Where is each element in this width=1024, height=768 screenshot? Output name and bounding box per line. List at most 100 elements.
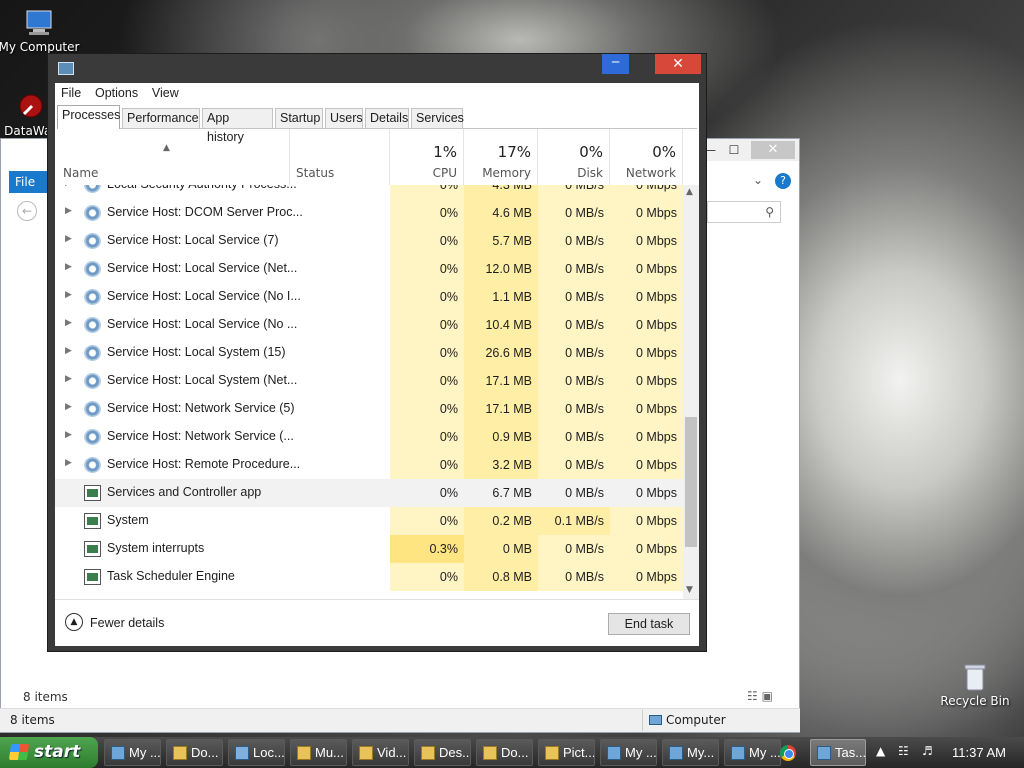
help-icon[interactable]: ? [775, 173, 791, 189]
table-row[interactable]: ▶ Service Host: Local Service (No I... 0% 1… [55, 283, 683, 311]
table-row[interactable]: ▶ Service Host: Local Service (No ... 0% 10… [55, 311, 683, 339]
task-manager-titlebar[interactable]: ─ ✕ [48, 54, 706, 83]
taskbar-button[interactable]: Pict... [538, 739, 595, 766]
taskbar-button[interactable]: Vid... [352, 739, 409, 766]
taskbar-button-task-manager[interactable]: Tas... [810, 739, 866, 766]
table-row[interactable]: ▶ Service Host: Local System (Net... 0% 17.… [55, 367, 683, 395]
taskbar-button-label: Pict... [563, 745, 595, 760]
disk-cell: 0.1 MB/s [538, 507, 610, 535]
back-icon[interactable]: ← [17, 201, 37, 221]
disk-cell: 0 MB/s [538, 339, 610, 367]
show-hidden-icons-icon[interactable]: ▲ [876, 744, 885, 758]
scroll-up-icon[interactable]: ▲ [686, 187, 693, 197]
cpu-cell: 0% [390, 185, 464, 199]
menu-view[interactable]: View [152, 86, 179, 100]
table-row[interactable]: ▶ Service Host: Local Service (7) 0% 5.7 MB… [55, 227, 683, 255]
network-icon[interactable]: ☷ [898, 744, 909, 758]
expand-chevron-icon[interactable]: ▶ [65, 318, 75, 328]
network-cell: 0 Mbps [610, 185, 683, 199]
network-cell: 0 Mbps [610, 283, 683, 311]
tab-performance[interactable]: Performance [122, 108, 200, 129]
column-status[interactable]: Status [290, 129, 390, 185]
expand-chevron-icon[interactable]: ▶ [65, 290, 75, 300]
taskbar-button[interactable]: My ... [104, 739, 161, 766]
expand-chevron-icon[interactable]: ▶ [65, 402, 75, 412]
close-button[interactable]: ✕ [655, 54, 701, 74]
gear-icon [84, 429, 101, 445]
end-task-button[interactable]: End task [608, 613, 690, 635]
taskbar-button[interactable]: My ... [600, 739, 657, 766]
clock[interactable]: 11:37 AM [952, 745, 1006, 760]
tab-services[interactable]: Services [411, 108, 464, 129]
chevron-up-icon[interactable]: ▲ [65, 613, 83, 631]
tab-processes[interactable]: Processes [57, 105, 120, 129]
maximize-icon[interactable]: ☐ [725, 141, 743, 159]
menu-options[interactable]: Options [95, 86, 138, 100]
taskbar-button[interactable]: Loc... [228, 739, 285, 766]
chevron-down-icon[interactable]: ⌄ [753, 173, 763, 187]
volume-icon[interactable]: ♬ [922, 744, 933, 758]
expand-chevron-icon[interactable]: ▶ [65, 430, 75, 440]
memory-total: 17% [497, 143, 531, 161]
scroll-down-icon[interactable]: ▼ [686, 585, 693, 595]
view-mode-icon[interactable]: ☷ ▣ [747, 689, 773, 703]
network-cell: 0 Mbps [610, 535, 683, 563]
table-row[interactable]: System 0% 0.2 MB 0.1 MB/s 0 Mbps [55, 507, 683, 535]
table-row[interactable]: ▶ Service Host: Network Service (5) 0% 17.1… [55, 395, 683, 423]
menu-file[interactable]: File [61, 86, 81, 100]
expand-chevron-icon[interactable]: ▶ [65, 346, 75, 356]
expand-chevron-icon[interactable]: ▶ [65, 185, 75, 188]
column-cpu[interactable]: 1% CPU [390, 129, 464, 185]
expand-chevron-icon[interactable]: ▶ [65, 206, 75, 216]
memory-cell: 10.4 MB [464, 311, 538, 339]
file-tab[interactable]: File [9, 171, 51, 193]
column-name[interactable]: ▲ Name [55, 129, 290, 185]
network-total: 0% [652, 143, 676, 161]
taskbar-button[interactable]: Des... [414, 739, 471, 766]
column-disk[interactable]: 0% Disk [538, 129, 610, 185]
minimize-button[interactable]: ─ [602, 54, 629, 74]
table-row[interactable]: ▶ Service Host: Network Service (... 0% 0.9… [55, 423, 683, 451]
tab-details[interactable]: Details [365, 108, 409, 129]
vertical-scrollbar[interactable]: ▲ ▼ [683, 185, 699, 599]
table-row[interactable]: ▶ Service Host: Local System (15) 0% 26.6 M… [55, 339, 683, 367]
tab-app-history[interactable]: App history [202, 108, 273, 144]
table-row[interactable]: ▶ Service Host: Remote Procedure... 0% 3.2 … [55, 451, 683, 479]
taskbar-button[interactable]: My... [662, 739, 719, 766]
table-row[interactable]: ▶ Local Security Authority Process... 0%4.… [55, 185, 683, 199]
taskbar-button[interactable]: Mu... [290, 739, 347, 766]
table-row[interactable]: ▶ Service Host: Local Service (Net... 0% 12… [55, 255, 683, 283]
disk-cell: 0 MB/s [538, 535, 610, 563]
table-row[interactable]: Task Scheduler Engine 0% 0.8 MB 0 MB/s 0 Mbp… [55, 563, 683, 591]
search-icon[interactable]: ⚲ [707, 201, 781, 223]
desktop-icon-my-computer[interactable]: My Computer [0, 8, 84, 54]
taskbar-button[interactable]: Do... [166, 739, 223, 766]
desktop-icon-recycle-bin[interactable]: Recycle Bin [930, 662, 1020, 708]
expand-chevron-icon[interactable]: ▶ [65, 374, 75, 384]
column-memory[interactable]: 17% Memory [464, 129, 538, 185]
expand-chevron-icon[interactable]: ▶ [65, 234, 75, 244]
gear-icon [84, 317, 101, 333]
taskbar-button[interactable]: My ... [724, 739, 781, 766]
table-row[interactable]: Services and Controller app 0% 6.7 MB 0 MB/… [55, 479, 683, 507]
tab-users[interactable]: Users [325, 108, 363, 129]
memory-cell: 0.8 MB [464, 563, 538, 591]
tab-startup[interactable]: Startup [275, 108, 323, 129]
fewer-details-link[interactable]: Fewer details [90, 616, 164, 630]
expand-chevron-icon[interactable]: ▶ [65, 458, 75, 468]
chrome-icon[interactable] [780, 745, 796, 761]
column-network[interactable]: 0% Network [610, 129, 683, 185]
process-name: Service Host: Local System (15) [107, 345, 286, 359]
recycle-bin-icon [964, 664, 986, 691]
process-name: Service Host: Remote Procedure... [107, 457, 301, 471]
task-manager-window[interactable]: ─ ✕ File Options View Processes Performa… [47, 53, 707, 652]
expand-chevron-icon[interactable]: ▶ [65, 262, 75, 272]
close-button[interactable]: ✕ [751, 141, 795, 159]
taskbar-button[interactable]: Do... [476, 739, 533, 766]
table-row[interactable]: ▶ Service Host: DCOM Server Proc... 0% 4.6 … [55, 199, 683, 227]
folder-icon [173, 746, 187, 760]
scrollbar-thumb[interactable] [685, 417, 697, 547]
start-button[interactable]: start [0, 737, 98, 768]
folder-icon [297, 746, 311, 760]
table-row[interactable]: System interrupts 0.3% 0 MB 0 MB/s 0 Mbps [55, 535, 683, 563]
